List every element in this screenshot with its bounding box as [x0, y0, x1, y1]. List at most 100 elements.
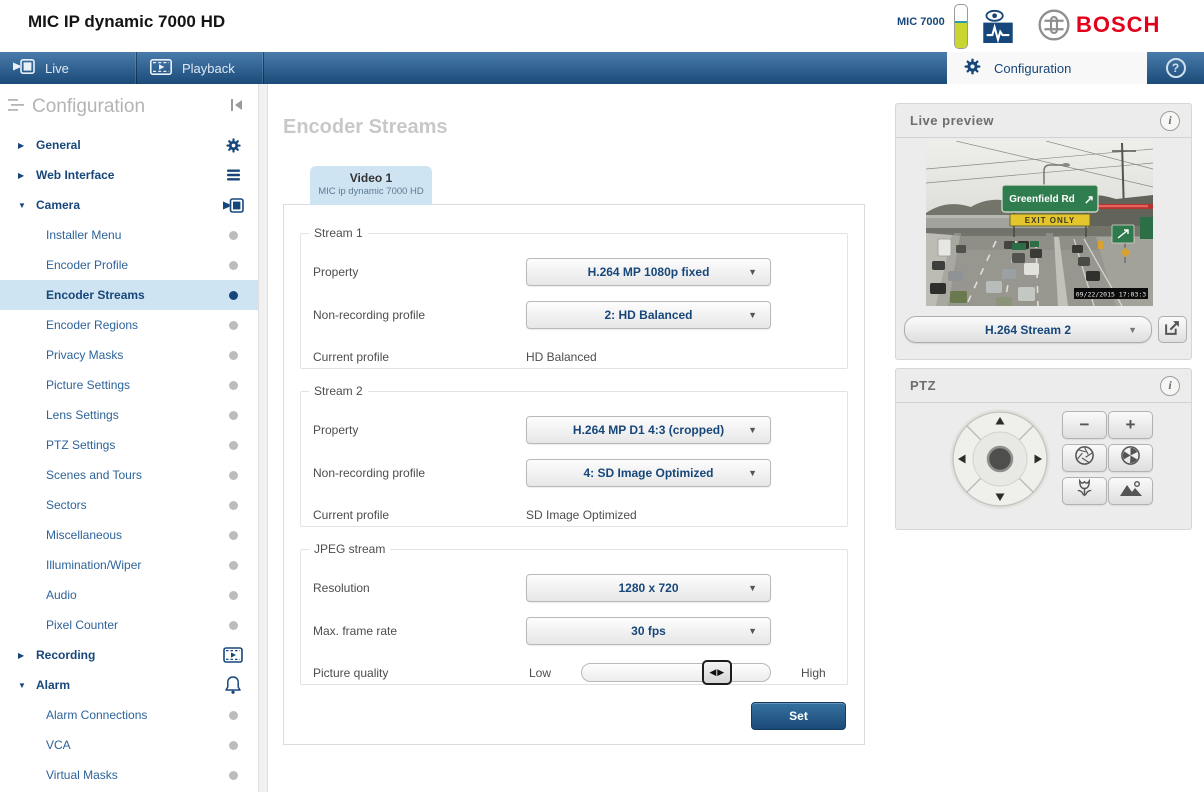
external-link-icon [1164, 319, 1181, 341]
sidebar-item-encoder-profile[interactable]: Encoder Profile [0, 250, 258, 280]
ptz-joystick[interactable] [948, 407, 1052, 516]
sidebar-item-sectors[interactable]: Sectors [0, 490, 258, 520]
status-dot [229, 350, 238, 360]
expand-arrow-icon: ▶ [18, 650, 25, 660]
status-dot [229, 500, 238, 510]
sidebar-item-picture-settings[interactable]: Picture Settings [0, 370, 258, 400]
sidebar-item-web-interface[interactable]: ▶ Web Interface [0, 160, 258, 190]
status-dot [229, 740, 238, 750]
tab-playback[interactable]: Playback [137, 52, 264, 84]
gear-icon [963, 57, 982, 79]
status-dot [229, 530, 238, 540]
app-header: MIC IP dynamic 7000 HD MIC 7000 BOSCH [0, 0, 1204, 52]
expand-arrow-icon: ▶ [18, 170, 25, 180]
sidebar-tree: ▶ General ▶ Web Interface ▼ Camera Insta… [0, 130, 258, 790]
status-dot [229, 560, 238, 570]
bosch-logo-icon [1037, 8, 1071, 47]
sidebar-item-general[interactable]: ▶ General [0, 130, 258, 160]
slider-handle[interactable]: ◀▶ [702, 660, 733, 685]
stream1-profile-dropdown[interactable]: 2: HD Balanced ▼ [526, 301, 771, 329]
resolution-label: Resolution [313, 581, 370, 595]
sidebar-item-virtual-masks[interactable]: Virtual Masks [0, 760, 258, 790]
stream1-property-dropdown[interactable]: H.264 MP 1080p fixed ▼ [526, 258, 771, 286]
iris-close-button[interactable] [1062, 444, 1107, 472]
chevron-down-icon: ▼ [748, 267, 757, 277]
info-icon[interactable]: i [1160, 110, 1180, 131]
stream2-profile-dropdown[interactable]: 4: SD Image Optimized ▼ [526, 459, 771, 487]
jpeg-stream-legend: JPEG stream [314, 542, 386, 556]
status-dot [229, 380, 238, 390]
ptz-header: PTZ i [896, 369, 1191, 403]
tab-configuration[interactable]: Configuration [947, 52, 1147, 84]
sidebar-item-alarm-connections[interactable]: Alarm Connections [0, 700, 258, 730]
quality-high-label: High [801, 666, 826, 680]
status-dot [229, 710, 238, 720]
battery-level-indicator [954, 4, 968, 49]
tab-video-1-title: Video 1 [349, 171, 393, 185]
stream-2-group: Stream 2 Property H.264 MP D1 4:3 (cropp… [300, 384, 848, 527]
road-sign-arrow: ↗ [1084, 193, 1094, 207]
sidebar-item-recording[interactable]: ▶ Recording [0, 640, 258, 670]
sidebar-item-vca[interactable]: VCA [0, 730, 258, 760]
sidebar-item-alarm[interactable]: ▼ Alarm [0, 670, 258, 700]
sidebar-item-scenes-and-tours[interactable]: Scenes and Tours [0, 460, 258, 490]
open-in-window-button[interactable] [1158, 316, 1187, 343]
configuration-sidebar: Configuration ▶ General ▶ Web Interface … [0, 84, 258, 792]
status-dot [229, 440, 238, 450]
jpeg-framerate-dropdown[interactable]: 30 fps ▼ [526, 617, 771, 645]
property-label: Property [313, 423, 359, 437]
bosch-wordmark: BOSCH [1076, 12, 1161, 37]
timestamp-overlay: 09/22/2015 17:03:3 [1076, 291, 1147, 299]
jpeg-resolution-dropdown[interactable]: 1280 x 720 ▼ [526, 574, 771, 602]
stream2-property-dropdown[interactable]: H.264 MP D1 4:3 (cropped) ▼ [526, 416, 771, 444]
expand-arrow-icon: ▼ [18, 680, 26, 690]
device-model-label: MIC 7000 [897, 16, 945, 28]
tab-video-1[interactable]: Video 1 MIC ip dynamic 7000 HD [310, 166, 432, 205]
sidebar-item-encoder-streams[interactable]: Encoder Streams [0, 280, 258, 310]
bell-icon [220, 675, 246, 695]
stream-1-group: Stream 1 Property H.264 MP 1080p fixed ▼… [300, 226, 848, 369]
sidebar-scrollbar[interactable] [258, 84, 268, 792]
zoom-out-button[interactable]: − [1062, 411, 1107, 439]
quality-low-label: Low [529, 666, 552, 680]
sidebar-item-lens-settings[interactable]: Lens Settings [0, 400, 258, 430]
iris-open-icon [1120, 445, 1141, 471]
set-button[interactable]: Set [751, 702, 846, 730]
status-dot [229, 320, 238, 330]
recording-icon [220, 647, 246, 663]
status-dot [229, 770, 238, 780]
camera-icon [220, 197, 246, 213]
sidebar-item-miscellaneous[interactable]: Miscellaneous [0, 520, 258, 550]
info-icon[interactable]: i [1160, 375, 1180, 396]
zoom-in-button[interactable]: + [1108, 411, 1153, 439]
sidebar-collapse-icon[interactable] [230, 98, 244, 117]
expand-arrow-icon: ▶ [18, 140, 25, 150]
status-dot [229, 260, 238, 270]
iris-open-button[interactable] [1108, 444, 1153, 472]
help-button[interactable]: ? [1147, 52, 1204, 84]
status-dot [229, 470, 238, 480]
property-label: Property [313, 265, 359, 279]
sidebar-item-illumination-wiper[interactable]: Illumination/Wiper [0, 550, 258, 580]
live-camera-icon [13, 59, 35, 77]
sidebar-item-pixel-counter[interactable]: Pixel Counter [0, 610, 258, 640]
sidebar-item-privacy-masks[interactable]: Privacy Masks [0, 340, 258, 370]
sidebar-item-ptz-settings[interactable]: PTZ Settings [0, 430, 258, 460]
live-preview-image: Greenfield Rd ↗ EXIT ONLY 09/22/2015 17:… [926, 141, 1153, 306]
gear-icon [220, 137, 246, 154]
picture-quality-slider[interactable]: ◀▶ [581, 660, 771, 685]
tree-list-icon [8, 98, 24, 117]
expand-arrow-icon: ▼ [18, 200, 26, 210]
sidebar-title: Configuration [32, 96, 146, 117]
tab-live[interactable]: Live [0, 52, 137, 84]
device-title: MIC IP dynamic 7000 HD [28, 12, 226, 31]
main-nav-bar: Live Playback Configuration ? [0, 52, 1204, 84]
sidebar-item-installer-menu[interactable]: Installer Menu [0, 220, 258, 250]
sidebar-item-encoder-regions[interactable]: Encoder Regions [0, 310, 258, 340]
focus-near-button[interactable] [1062, 477, 1107, 505]
sidebar-item-camera[interactable]: ▼ Camera [0, 190, 258, 220]
battery-fill [955, 21, 967, 48]
preview-stream-selector[interactable]: H.264 Stream 2 ▼ [904, 316, 1152, 343]
sidebar-item-audio[interactable]: Audio [0, 580, 258, 610]
focus-far-landscape-icon-button[interactable] [1108, 477, 1153, 505]
